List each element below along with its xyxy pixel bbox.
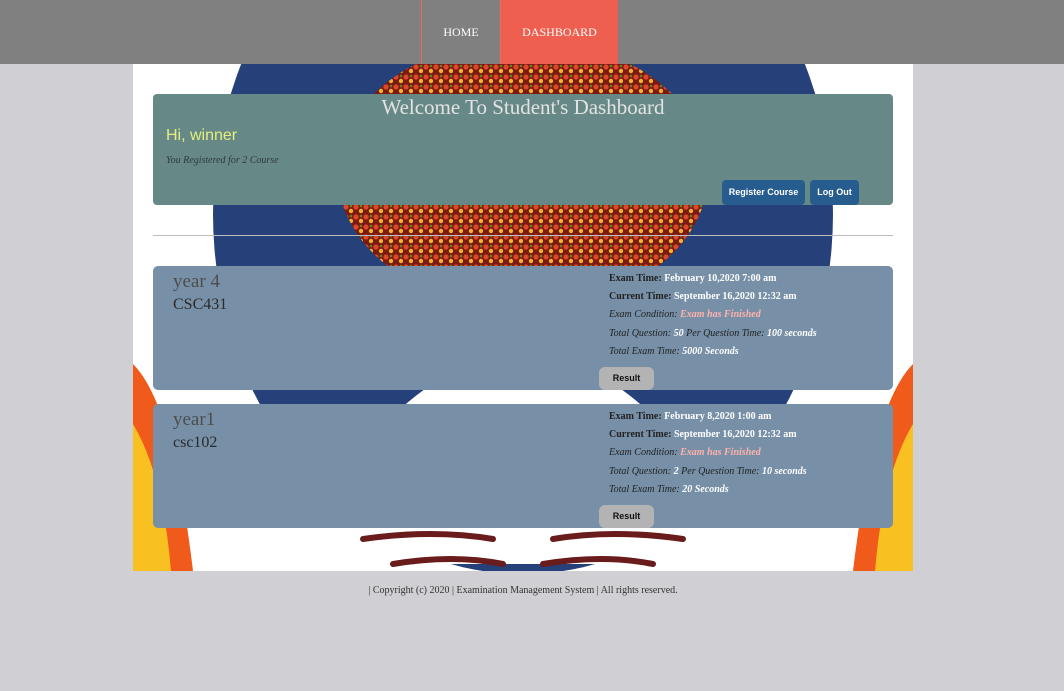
total-exam-time-label: Total Exam Time: bbox=[609, 345, 680, 357]
top-navbar: HOME DASHBOARD bbox=[0, 0, 1064, 64]
result-button[interactable]: Result bbox=[599, 505, 654, 528]
user-greeting: Hi, winner bbox=[166, 127, 238, 144]
logout-button[interactable]: Log Out bbox=[810, 180, 859, 205]
exam-condition-label: Exam Condition: bbox=[609, 309, 678, 321]
total-exam-time-value: 5000 Seconds bbox=[682, 345, 739, 357]
exam-condition-value: Exam has Finished bbox=[680, 447, 761, 459]
total-exam-time-label: Total Exam Time: bbox=[609, 483, 680, 495]
main-nav: HOME DASHBOARD bbox=[421, 0, 618, 64]
current-time-label: Current Time: bbox=[609, 291, 672, 303]
main-content: Welcome To Student's Dashboard Hi, winne… bbox=[133, 64, 913, 571]
exam-time-value: February 10,2020 7:00 am bbox=[664, 273, 777, 284]
exam-condition-value: Exam has Finished bbox=[680, 309, 761, 321]
footer-copyright: | Copyright (c) 2020 | Examination Manag… bbox=[368, 585, 678, 596]
exam-course-code: CSC431 bbox=[173, 296, 228, 313]
exam-time-value: February 8,2020 1:00 am bbox=[664, 411, 772, 422]
exam-year: year1 bbox=[173, 409, 216, 430]
result-button[interactable]: Result bbox=[599, 367, 654, 390]
current-time-value: September 16,2020 12:32 am bbox=[674, 429, 797, 441]
welcome-title: Welcome To Student's Dashboard bbox=[381, 95, 665, 119]
exam-year: year 4 bbox=[173, 271, 220, 292]
section-divider bbox=[153, 235, 893, 236]
exam-details: Exam Time: February 8,2020 1:00 am Curre… bbox=[609, 408, 807, 499]
exam-card: year1 csc102 Exam Time: February 8,2020 … bbox=[153, 404, 893, 528]
register-course-button[interactable]: Register Course bbox=[722, 180, 805, 205]
exam-card: year 4 CSC431 Exam Time: February 10,202… bbox=[153, 266, 893, 390]
per-question-time-value: 10 seconds bbox=[761, 465, 807, 477]
exam-time-label: Exam Time: bbox=[609, 273, 662, 284]
total-question-value: 2 bbox=[673, 465, 679, 477]
per-question-time-value: 100 seconds bbox=[766, 327, 817, 339]
nav-dashboard-link[interactable]: DASHBOARD bbox=[501, 0, 618, 64]
nav-home-link[interactable]: HOME bbox=[421, 0, 501, 64]
total-exam-time-value: 20 Seconds bbox=[682, 483, 729, 495]
current-time-label: Current Time: bbox=[609, 429, 672, 441]
total-question-label: Total Question: bbox=[609, 327, 672, 339]
registered-course-count: You Registered for 2 Course bbox=[166, 155, 279, 166]
exam-time-label: Exam Time: bbox=[609, 411, 662, 422]
per-question-time-label: Per Question Time: bbox=[681, 465, 760, 477]
total-question-value: 50 bbox=[673, 327, 684, 339]
exam-condition-label: Exam Condition: bbox=[609, 447, 678, 459]
exam-details: Exam Time: February 10,2020 7:00 am Curr… bbox=[609, 270, 817, 361]
welcome-panel: Welcome To Student's Dashboard Hi, winne… bbox=[153, 94, 893, 205]
exam-course-code: csc102 bbox=[173, 434, 218, 451]
total-question-label: Total Question: bbox=[609, 465, 672, 477]
per-question-time-label: Per Question Time: bbox=[686, 327, 765, 339]
current-time-value: September 16,2020 12:32 am bbox=[674, 291, 797, 303]
